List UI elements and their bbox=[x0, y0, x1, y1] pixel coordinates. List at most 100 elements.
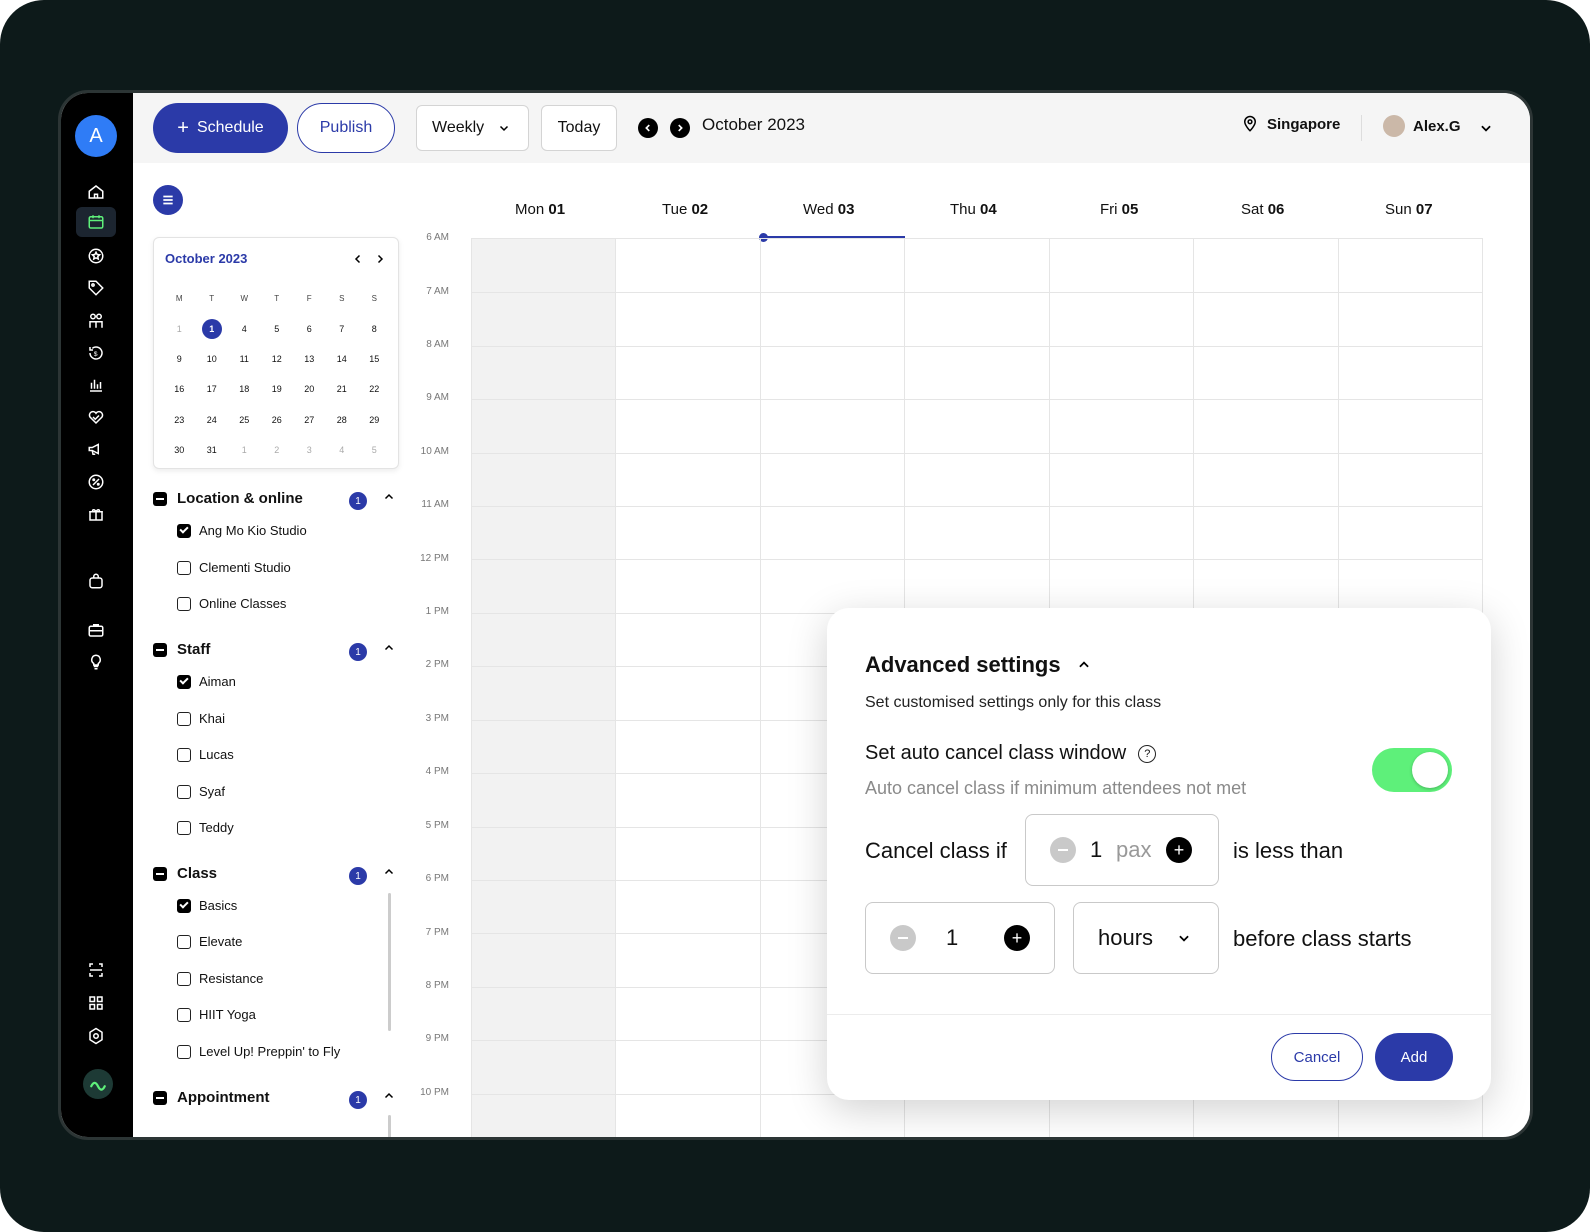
date-cell[interactable]: 5 bbox=[358, 435, 391, 465]
date-cell[interactable]: 11 bbox=[228, 344, 261, 374]
plus-icon[interactable]: + bbox=[1004, 925, 1030, 951]
date-cell[interactable]: 9 bbox=[163, 344, 196, 374]
auto-cancel-toggle[interactable] bbox=[1372, 748, 1452, 792]
checkbox[interactable] bbox=[177, 971, 191, 986]
checkbox[interactable] bbox=[177, 596, 191, 611]
day-header[interactable]: Fri 05 bbox=[1100, 201, 1138, 218]
checkbox[interactable] bbox=[177, 560, 191, 575]
filter-option[interactable]: Online Classes bbox=[177, 596, 286, 611]
minus-icon[interactable] bbox=[1050, 837, 1076, 863]
filter-option[interactable]: Syaf bbox=[177, 784, 225, 799]
scrollbar[interactable] bbox=[388, 893, 391, 1031]
people-icon[interactable] bbox=[81, 308, 111, 334]
filter-group-class[interactable]: Class bbox=[153, 865, 217, 882]
filter-option[interactable]: Elevate bbox=[177, 934, 242, 949]
plus-icon[interactable]: + bbox=[1166, 837, 1192, 863]
help-icon[interactable]: ? bbox=[1138, 744, 1157, 763]
checkbox[interactable] bbox=[177, 820, 191, 835]
home-icon[interactable] bbox=[81, 179, 111, 205]
date-cell[interactable]: 15 bbox=[358, 344, 391, 374]
add-button[interactable]: Add bbox=[1375, 1033, 1453, 1081]
today-button[interactable]: Today bbox=[541, 105, 617, 151]
scan-icon[interactable] bbox=[81, 957, 111, 983]
date-cell[interactable]: 21 bbox=[326, 374, 359, 404]
date-cell[interactable]: 18 bbox=[228, 374, 261, 404]
filter-option[interactable]: Ang Mo Kio Studio bbox=[177, 523, 307, 538]
date-cell[interactable]: 25 bbox=[228, 405, 261, 435]
menu-toggle-button[interactable] bbox=[153, 185, 183, 215]
grid-icon[interactable] bbox=[81, 990, 111, 1016]
day-header[interactable]: Sat 06 bbox=[1241, 201, 1284, 218]
bar-chart-icon[interactable] bbox=[81, 372, 111, 398]
date-cell[interactable]: 13 bbox=[293, 344, 326, 374]
date-cell[interactable]: 20 bbox=[293, 374, 326, 404]
chevron-left-icon[interactable] bbox=[352, 252, 364, 268]
checkbox[interactable] bbox=[177, 934, 191, 949]
date-cell[interactable]: 1 bbox=[163, 313, 196, 343]
day-header-today[interactable]: Wed 03 bbox=[803, 201, 854, 218]
date-cell[interactable]: 29 bbox=[358, 405, 391, 435]
filter-option[interactable]: Resistance bbox=[177, 971, 263, 986]
lightbulb-icon[interactable] bbox=[81, 649, 111, 675]
tag-icon[interactable] bbox=[81, 275, 111, 301]
next-week-icon[interactable] bbox=[670, 118, 690, 138]
chevron-up-icon[interactable] bbox=[383, 1090, 395, 1105]
collapse-minus-icon[interactable] bbox=[153, 491, 167, 506]
date-cell[interactable]: 4 bbox=[326, 435, 359, 465]
scrollbar[interactable] bbox=[388, 1115, 391, 1137]
star-badge-icon[interactable] bbox=[81, 243, 111, 269]
checkbox[interactable] bbox=[177, 1007, 191, 1022]
checkbox-checked[interactable] bbox=[177, 674, 191, 689]
filter-option[interactable]: Teddy bbox=[177, 820, 234, 835]
megaphone-icon[interactable] bbox=[81, 436, 111, 462]
day-header[interactable]: Mon 01 bbox=[515, 201, 565, 218]
date-cell[interactable]: 16 bbox=[163, 374, 196, 404]
checkbox[interactable] bbox=[177, 1044, 191, 1059]
filter-option[interactable]: Level Up! Preppin' to Fly bbox=[177, 1044, 340, 1059]
date-cell[interactable]: 31 bbox=[196, 435, 229, 465]
view-select[interactable]: Weekly bbox=[416, 105, 529, 151]
collapse-minus-icon[interactable] bbox=[153, 642, 167, 657]
percent-icon[interactable] bbox=[81, 469, 111, 495]
pax-stepper[interactable]: 1 pax + bbox=[1025, 814, 1219, 886]
chevron-right-icon[interactable] bbox=[374, 252, 386, 268]
date-cell[interactable]: 26 bbox=[261, 405, 294, 435]
date-cell[interactable]: 2 bbox=[261, 435, 294, 465]
dialog-title[interactable]: Advanced settings bbox=[865, 652, 1091, 678]
filter-option[interactable]: Clementi Studio bbox=[177, 560, 291, 575]
settings-icon[interactable] bbox=[81, 1023, 111, 1049]
filter-group-appointment[interactable]: Appointment bbox=[153, 1089, 269, 1106]
date-cell[interactable]: 28 bbox=[326, 405, 359, 435]
filter-option[interactable]: Aiman bbox=[177, 674, 236, 689]
bag-icon[interactable] bbox=[81, 568, 111, 594]
date-cell[interactable]: 14 bbox=[326, 344, 359, 374]
date-cell[interactable]: 3 bbox=[293, 435, 326, 465]
date-cell[interactable]: 17 bbox=[196, 374, 229, 404]
date-cell[interactable]: 5 bbox=[261, 313, 294, 343]
gift-icon[interactable] bbox=[81, 501, 111, 527]
calendar-icon[interactable] bbox=[76, 207, 116, 237]
checkbox[interactable] bbox=[177, 711, 191, 726]
day-header[interactable]: Tue 02 bbox=[662, 201, 708, 218]
chevron-up-icon[interactable] bbox=[1077, 658, 1091, 672]
date-cell[interactable]: 8 bbox=[358, 313, 391, 343]
date-cell[interactable]: 27 bbox=[293, 405, 326, 435]
checkbox-checked[interactable] bbox=[177, 523, 191, 538]
date-cell[interactable]: 24 bbox=[196, 405, 229, 435]
chevron-up-icon[interactable] bbox=[383, 491, 395, 506]
hours-stepper[interactable]: 1 + bbox=[865, 902, 1055, 974]
filter-group-staff[interactable]: Staff bbox=[153, 641, 210, 658]
date-cell[interactable]: 1 bbox=[228, 435, 261, 465]
date-cell[interactable]: 30 bbox=[163, 435, 196, 465]
minus-icon[interactable] bbox=[890, 925, 916, 951]
date-cell[interactable]: 7 bbox=[326, 313, 359, 343]
chevron-down-icon[interactable] bbox=[1479, 121, 1493, 135]
handshake-icon[interactable] bbox=[81, 404, 111, 430]
day-header[interactable]: Thu 04 bbox=[950, 201, 997, 218]
workspace-avatar[interactable]: A bbox=[75, 115, 117, 157]
filter-option[interactable]: Lucas bbox=[177, 747, 234, 762]
filter-option[interactable]: Khai bbox=[177, 711, 225, 726]
time-unit-select[interactable]: hours bbox=[1073, 902, 1219, 974]
collapse-minus-icon[interactable] bbox=[153, 866, 167, 881]
filter-group-location[interactable]: Location & online bbox=[153, 490, 303, 507]
